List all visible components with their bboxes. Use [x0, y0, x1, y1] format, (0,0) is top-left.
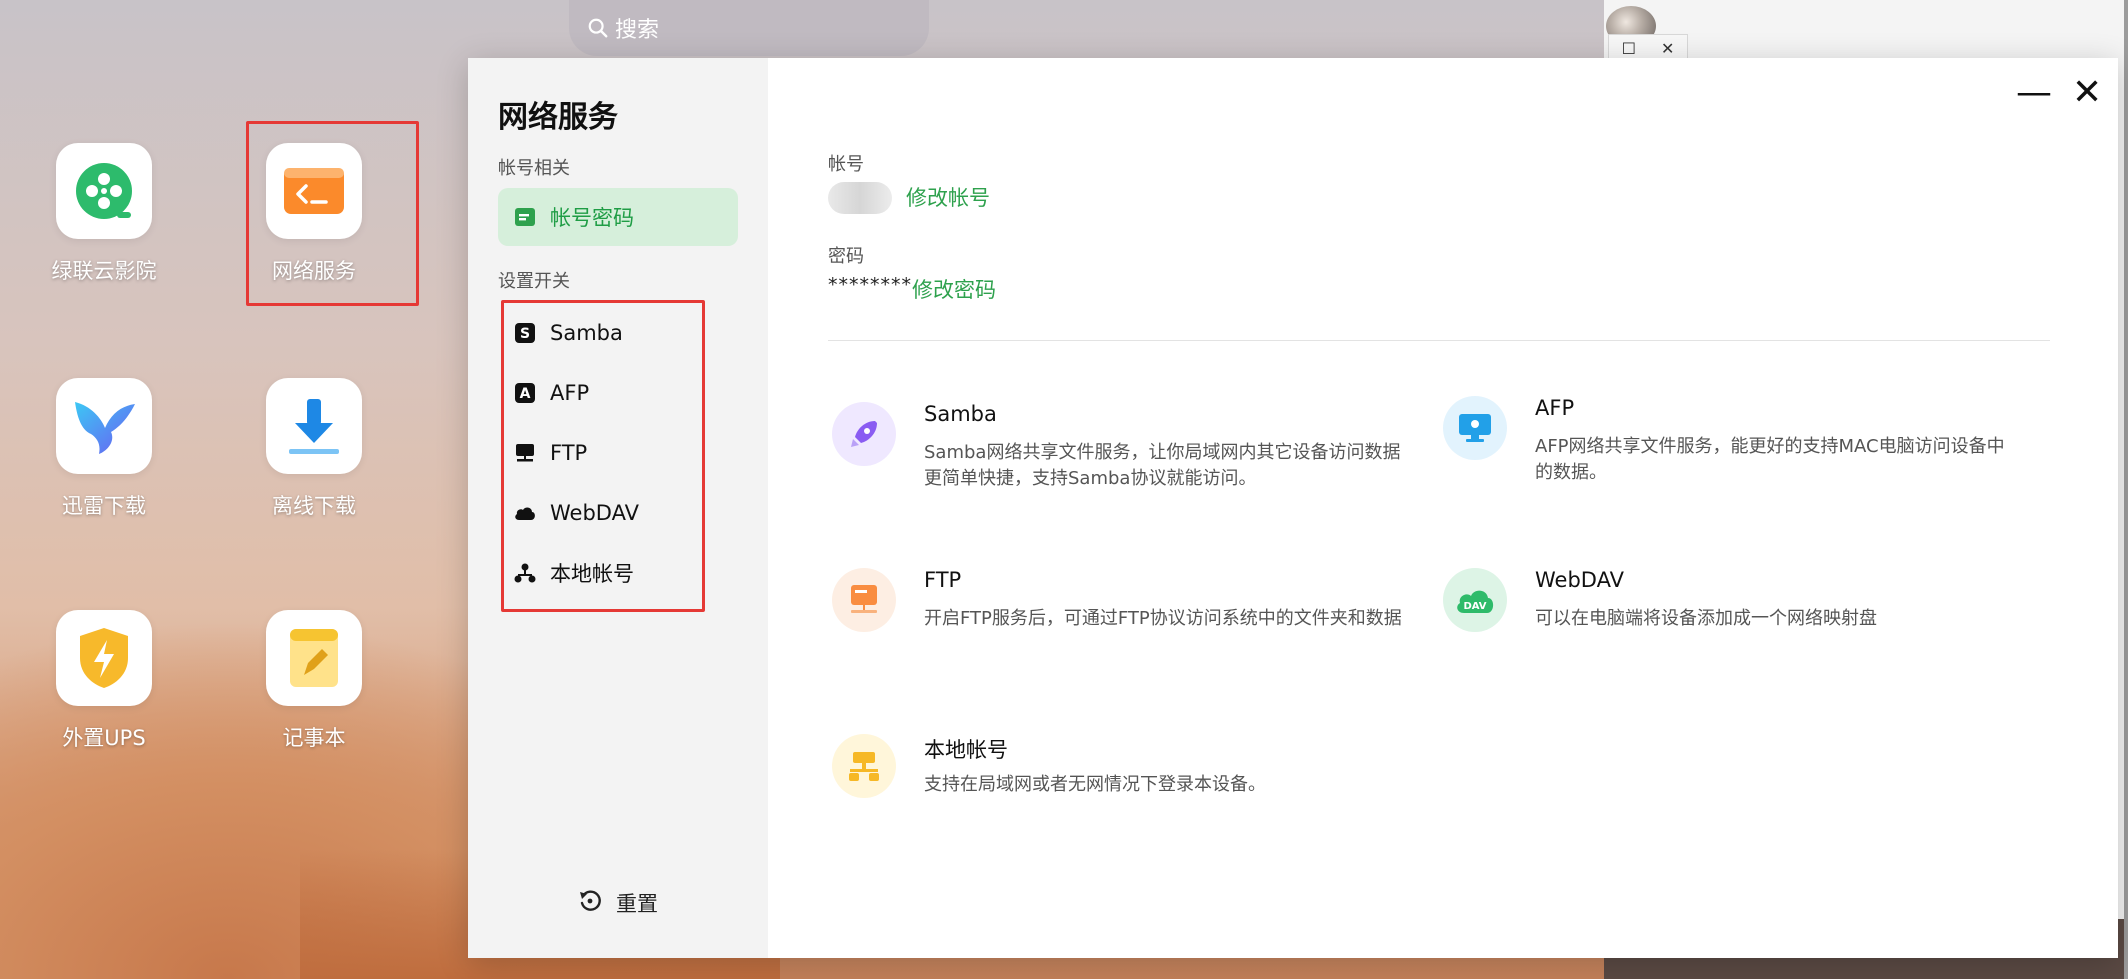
- dav-cloud-icon: DAV: [1443, 568, 1507, 632]
- divider: [828, 340, 2050, 341]
- highlight-box: [501, 300, 705, 612]
- reset-button[interactable]: 重置: [578, 888, 658, 918]
- modify-password-link[interactable]: 修改密码: [912, 274, 996, 304]
- card-icon: [514, 206, 536, 228]
- group-settings-label: 设置开关: [498, 271, 570, 292]
- maximize-icon[interactable]: ☐: [1622, 39, 1636, 58]
- search-icon: [588, 18, 608, 38]
- content-pane: — ✕ 帐号 修改帐号 密码 ******** 修改密码 Samba Samba…: [768, 58, 2118, 958]
- app-xunlei-download[interactable]: 迅雷下载: [14, 378, 194, 520]
- app-label: 迅雷下载: [62, 494, 146, 518]
- app-external-ups[interactable]: 外置UPS: [14, 610, 194, 752]
- highlight-box: [246, 121, 419, 306]
- service-desc: 支持在局域网或者无网情况下登录本设备。: [924, 774, 1266, 795]
- sidebar: 网络服务 帐号相关 帐号密码 设置开关 S Samba A AFP FTP We…: [468, 58, 768, 958]
- svg-text:DAV: DAV: [1463, 601, 1486, 612]
- local-account-icon: [832, 734, 896, 798]
- search-placeholder: 搜索: [615, 18, 660, 43]
- rocket-icon: [832, 402, 896, 466]
- app-notepad[interactable]: 记事本: [224, 610, 404, 752]
- film-reel-icon: [76, 163, 132, 219]
- app-label: 绿联云影院: [51, 259, 157, 283]
- modify-account-link[interactable]: 修改帐号: [906, 182, 990, 212]
- group-account-label: 帐号相关: [498, 158, 570, 179]
- app-label: 外置UPS: [62, 726, 146, 750]
- account-value-blurred: [828, 182, 892, 214]
- search-bar[interactable]: 搜索: [569, 0, 929, 56]
- close-icon[interactable]: ✕: [1661, 39, 1674, 58]
- app-label: 记事本: [282, 726, 346, 750]
- window-title: 网络服务: [498, 100, 618, 135]
- app-offline-download[interactable]: 离线下载: [224, 378, 404, 520]
- app-ugreen-cinema[interactable]: 绿联云影院: [14, 143, 194, 285]
- reset-icon: [578, 889, 602, 918]
- service-desc: Samba网络共享文件服务，让你局域网内其它设备访问数据更简单快捷，支持Samb…: [924, 442, 1401, 490]
- minimize-icon[interactable]: —: [2016, 72, 2052, 113]
- notepad-icon: [290, 629, 338, 687]
- service-name: FTP: [924, 568, 962, 592]
- hummingbird-icon: [75, 402, 135, 454]
- password-label: 密码: [828, 246, 864, 267]
- download-arrow-icon: [289, 399, 339, 454]
- service-name: 本地帐号: [924, 738, 1008, 762]
- shield-bolt-icon: [80, 628, 128, 688]
- service-desc: 开启FTP服务后，可通过FTP协议访问系统中的文件夹和数据: [924, 608, 1402, 629]
- service-desc: 可以在电脑端将设备添加成一个网络映射盘: [1535, 608, 1877, 629]
- network-service-window: 网络服务 帐号相关 帐号密码 设置开关 S Samba A AFP FTP We…: [468, 58, 2118, 958]
- service-name: AFP: [1535, 396, 1575, 420]
- service-name: WebDAV: [1535, 568, 1624, 592]
- reset-label: 重置: [616, 892, 658, 916]
- app-label: 离线下载: [272, 494, 356, 518]
- service-desc: AFP网络共享文件服务，能更好的支持MAC电脑访问设备中的数据。: [1535, 436, 2005, 484]
- close-icon[interactable]: ✕: [2072, 72, 2102, 113]
- ftp-server-icon: [832, 568, 896, 632]
- service-name: Samba: [924, 402, 997, 426]
- sidebar-item-account-password[interactable]: 帐号密码: [498, 188, 738, 246]
- sidebar-item-label: 帐号密码: [550, 206, 634, 230]
- password-value: ********: [828, 274, 912, 296]
- mac-monitor-icon: [1443, 396, 1507, 460]
- account-label: 帐号: [828, 154, 864, 175]
